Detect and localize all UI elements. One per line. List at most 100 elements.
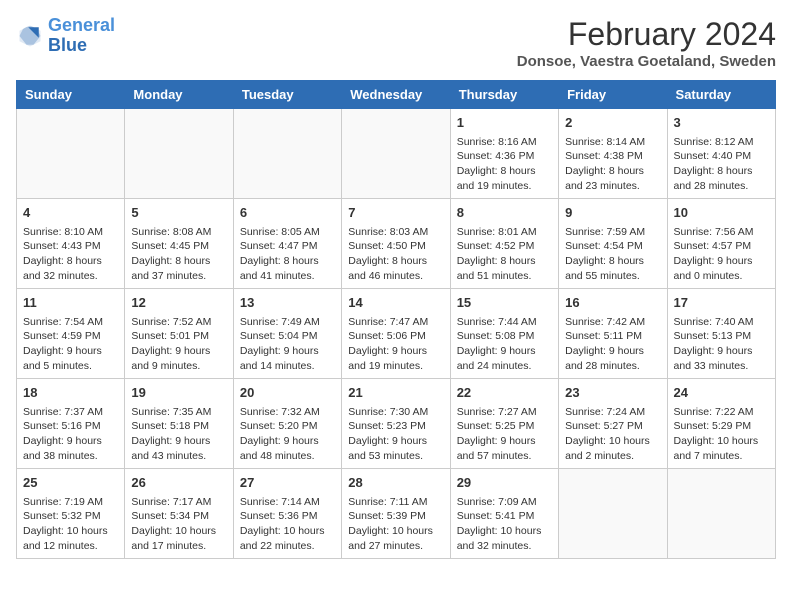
logo-name-part1: General xyxy=(48,15,115,35)
day-number: 10 xyxy=(674,203,769,223)
calendar-week-5: 25Sunrise: 7:19 AM Sunset: 5:32 PM Dayli… xyxy=(17,469,776,559)
day-info: Sunrise: 7:17 AM Sunset: 5:34 PM Dayligh… xyxy=(131,495,226,554)
day-info: Sunrise: 8:03 AM Sunset: 4:50 PM Dayligh… xyxy=(348,225,443,284)
table-row: 12Sunrise: 7:52 AM Sunset: 5:01 PM Dayli… xyxy=(125,289,233,379)
day-number: 29 xyxy=(457,473,552,493)
table-row: 13Sunrise: 7:49 AM Sunset: 5:04 PM Dayli… xyxy=(233,289,341,379)
day-info: Sunrise: 7:09 AM Sunset: 5:41 PM Dayligh… xyxy=(457,495,552,554)
header: General Blue February 2024 Donsoe, Vaest… xyxy=(16,16,776,70)
calendar-table: SundayMondayTuesdayWednesdayThursdayFrid… xyxy=(16,80,776,559)
table-row xyxy=(125,109,233,199)
calendar-header-row: SundayMondayTuesdayWednesdayThursdayFrid… xyxy=(17,81,776,109)
title-area: February 2024 Donsoe, Vaestra Goetaland,… xyxy=(517,16,776,70)
table-row: 2Sunrise: 8:14 AM Sunset: 4:38 PM Daylig… xyxy=(559,109,667,199)
table-row: 24Sunrise: 7:22 AM Sunset: 5:29 PM Dayli… xyxy=(667,379,775,469)
day-number: 20 xyxy=(240,383,335,403)
day-number: 24 xyxy=(674,383,769,403)
table-row: 18Sunrise: 7:37 AM Sunset: 5:16 PM Dayli… xyxy=(17,379,125,469)
day-number: 3 xyxy=(674,113,769,133)
table-row: 15Sunrise: 7:44 AM Sunset: 5:08 PM Dayli… xyxy=(450,289,558,379)
table-row: 29Sunrise: 7:09 AM Sunset: 5:41 PM Dayli… xyxy=(450,469,558,559)
day-number: 4 xyxy=(23,203,118,223)
day-number: 16 xyxy=(565,293,660,313)
table-row: 4Sunrise: 8:10 AM Sunset: 4:43 PM Daylig… xyxy=(17,199,125,289)
table-row: 16Sunrise: 7:42 AM Sunset: 5:11 PM Dayli… xyxy=(559,289,667,379)
day-number: 21 xyxy=(348,383,443,403)
day-number: 14 xyxy=(348,293,443,313)
main-title: February 2024 xyxy=(517,16,776,53)
day-info: Sunrise: 7:22 AM Sunset: 5:29 PM Dayligh… xyxy=(674,405,769,464)
day-info: Sunrise: 8:12 AM Sunset: 4:40 PM Dayligh… xyxy=(674,135,769,194)
day-info: Sunrise: 7:35 AM Sunset: 5:18 PM Dayligh… xyxy=(131,405,226,464)
day-info: Sunrise: 8:01 AM Sunset: 4:52 PM Dayligh… xyxy=(457,225,552,284)
logo: General Blue xyxy=(16,16,115,56)
day-info: Sunrise: 7:19 AM Sunset: 5:32 PM Dayligh… xyxy=(23,495,118,554)
table-row: 23Sunrise: 7:24 AM Sunset: 5:27 PM Dayli… xyxy=(559,379,667,469)
calendar-header-thursday: Thursday xyxy=(450,81,558,109)
table-row xyxy=(17,109,125,199)
day-info: Sunrise: 7:44 AM Sunset: 5:08 PM Dayligh… xyxy=(457,315,552,374)
table-row: 11Sunrise: 7:54 AM Sunset: 4:59 PM Dayli… xyxy=(17,289,125,379)
calendar-header-wednesday: Wednesday xyxy=(342,81,450,109)
day-info: Sunrise: 8:05 AM Sunset: 4:47 PM Dayligh… xyxy=(240,225,335,284)
day-number: 15 xyxy=(457,293,552,313)
day-number: 25 xyxy=(23,473,118,493)
table-row xyxy=(342,109,450,199)
day-number: 28 xyxy=(348,473,443,493)
table-row: 14Sunrise: 7:47 AM Sunset: 5:06 PM Dayli… xyxy=(342,289,450,379)
day-info: Sunrise: 8:16 AM Sunset: 4:36 PM Dayligh… xyxy=(457,135,552,194)
day-info: Sunrise: 7:24 AM Sunset: 5:27 PM Dayligh… xyxy=(565,405,660,464)
day-number: 12 xyxy=(131,293,226,313)
table-row: 26Sunrise: 7:17 AM Sunset: 5:34 PM Dayli… xyxy=(125,469,233,559)
table-row xyxy=(667,469,775,559)
calendar-header-saturday: Saturday xyxy=(667,81,775,109)
day-info: Sunrise: 7:49 AM Sunset: 5:04 PM Dayligh… xyxy=(240,315,335,374)
calendar-header-monday: Monday xyxy=(125,81,233,109)
day-info: Sunrise: 7:47 AM Sunset: 5:06 PM Dayligh… xyxy=(348,315,443,374)
day-number: 8 xyxy=(457,203,552,223)
day-info: Sunrise: 8:08 AM Sunset: 4:45 PM Dayligh… xyxy=(131,225,226,284)
day-info: Sunrise: 7:30 AM Sunset: 5:23 PM Dayligh… xyxy=(348,405,443,464)
table-row: 3Sunrise: 8:12 AM Sunset: 4:40 PM Daylig… xyxy=(667,109,775,199)
day-number: 17 xyxy=(674,293,769,313)
table-row: 27Sunrise: 7:14 AM Sunset: 5:36 PM Dayli… xyxy=(233,469,341,559)
table-row: 19Sunrise: 7:35 AM Sunset: 5:18 PM Dayli… xyxy=(125,379,233,469)
day-number: 1 xyxy=(457,113,552,133)
calendar-header-tuesday: Tuesday xyxy=(233,81,341,109)
day-number: 6 xyxy=(240,203,335,223)
day-info: Sunrise: 7:52 AM Sunset: 5:01 PM Dayligh… xyxy=(131,315,226,374)
day-info: Sunrise: 7:27 AM Sunset: 5:25 PM Dayligh… xyxy=(457,405,552,464)
day-number: 27 xyxy=(240,473,335,493)
day-info: Sunrise: 7:14 AM Sunset: 5:36 PM Dayligh… xyxy=(240,495,335,554)
table-row: 6Sunrise: 8:05 AM Sunset: 4:47 PM Daylig… xyxy=(233,199,341,289)
calendar-header-friday: Friday xyxy=(559,81,667,109)
table-row: 8Sunrise: 8:01 AM Sunset: 4:52 PM Daylig… xyxy=(450,199,558,289)
table-row: 25Sunrise: 7:19 AM Sunset: 5:32 PM Dayli… xyxy=(17,469,125,559)
day-info: Sunrise: 7:54 AM Sunset: 4:59 PM Dayligh… xyxy=(23,315,118,374)
calendar-week-1: 1Sunrise: 8:16 AM Sunset: 4:36 PM Daylig… xyxy=(17,109,776,199)
table-row: 9Sunrise: 7:59 AM Sunset: 4:54 PM Daylig… xyxy=(559,199,667,289)
generalblue-logo-icon xyxy=(16,22,44,50)
day-number: 26 xyxy=(131,473,226,493)
logo-name-part2: Blue xyxy=(48,35,87,55)
day-number: 22 xyxy=(457,383,552,403)
table-row: 20Sunrise: 7:32 AM Sunset: 5:20 PM Dayli… xyxy=(233,379,341,469)
subtitle: Donsoe, Vaestra Goetaland, Sweden xyxy=(517,53,776,70)
day-info: Sunrise: 7:11 AM Sunset: 5:39 PM Dayligh… xyxy=(348,495,443,554)
day-number: 13 xyxy=(240,293,335,313)
day-info: Sunrise: 7:42 AM Sunset: 5:11 PM Dayligh… xyxy=(565,315,660,374)
day-number: 7 xyxy=(348,203,443,223)
day-info: Sunrise: 7:37 AM Sunset: 5:16 PM Dayligh… xyxy=(23,405,118,464)
day-info: Sunrise: 8:14 AM Sunset: 4:38 PM Dayligh… xyxy=(565,135,660,194)
day-number: 19 xyxy=(131,383,226,403)
day-number: 23 xyxy=(565,383,660,403)
table-row: 28Sunrise: 7:11 AM Sunset: 5:39 PM Dayli… xyxy=(342,469,450,559)
day-info: Sunrise: 7:32 AM Sunset: 5:20 PM Dayligh… xyxy=(240,405,335,464)
table-row: 1Sunrise: 8:16 AM Sunset: 4:36 PM Daylig… xyxy=(450,109,558,199)
table-row: 7Sunrise: 8:03 AM Sunset: 4:50 PM Daylig… xyxy=(342,199,450,289)
calendar-week-4: 18Sunrise: 7:37 AM Sunset: 5:16 PM Dayli… xyxy=(17,379,776,469)
day-info: Sunrise: 7:40 AM Sunset: 5:13 PM Dayligh… xyxy=(674,315,769,374)
table-row: 10Sunrise: 7:56 AM Sunset: 4:57 PM Dayli… xyxy=(667,199,775,289)
day-number: 9 xyxy=(565,203,660,223)
table-row xyxy=(233,109,341,199)
